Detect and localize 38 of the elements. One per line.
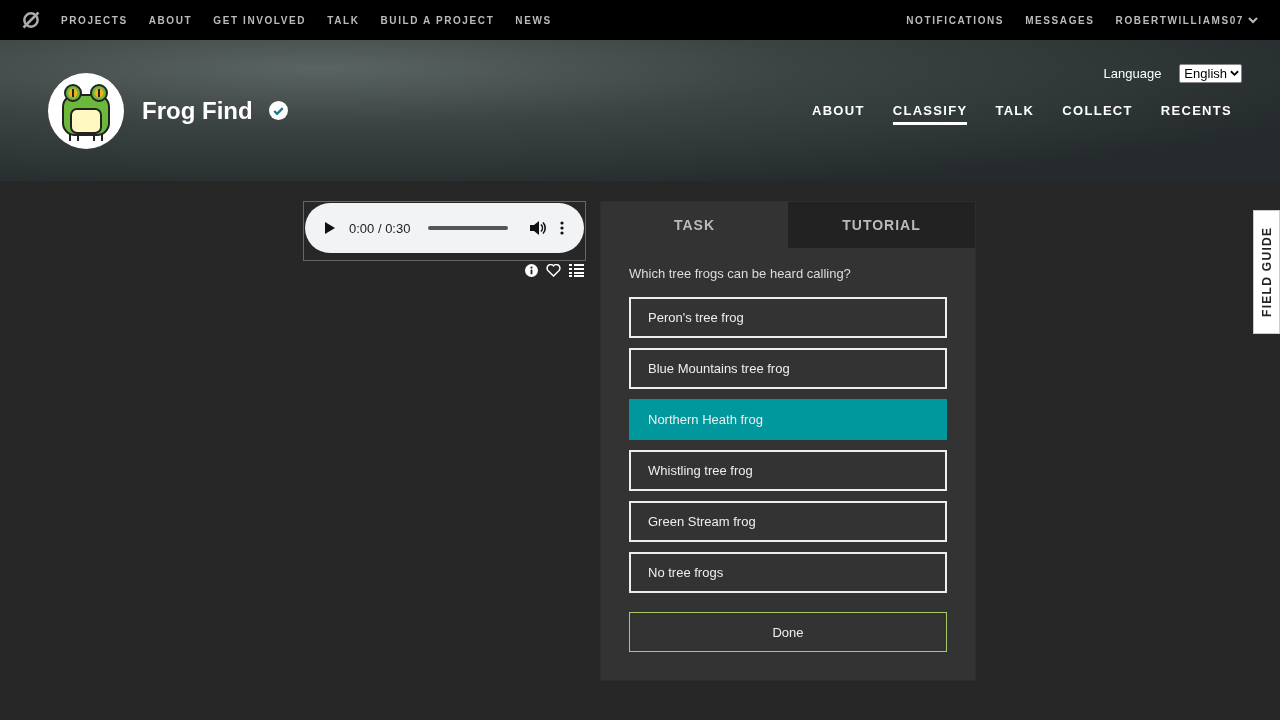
play-icon[interactable]: [325, 222, 335, 234]
site-nav-link[interactable]: GET INVOLVED: [213, 14, 307, 26]
field-guide-tab[interactable]: FIELD GUIDE: [1253, 210, 1280, 334]
done-button[interactable]: Done: [629, 612, 947, 652]
panel-tab[interactable]: TUTORIAL: [788, 202, 975, 248]
chevron-down-icon: [1248, 16, 1258, 24]
site-nav-link[interactable]: TALK: [327, 14, 360, 26]
chevron-down-icon: [1230, 70, 1239, 77]
info-icon[interactable]: [525, 264, 538, 277]
frog-avatar-icon: [48, 72, 124, 149]
list-icon[interactable]: [569, 264, 584, 277]
site-nav-link[interactable]: PROJECTS: [61, 14, 128, 26]
project-nav-tab[interactable]: ABOUT: [812, 103, 865, 125]
seek-slider[interactable]: [428, 226, 508, 230]
task-question: Which tree frogs can be heard calling?: [629, 266, 852, 281]
site-nav-link[interactable]: NEWS: [515, 14, 552, 26]
site-nav-link[interactable]: ABOUT: [148, 14, 193, 26]
user-menu[interactable]: ROBERTWILLIAMS07: [1115, 14, 1258, 26]
project-title: Frog Find: [142, 96, 253, 125]
volume-icon[interactable]: [530, 221, 546, 235]
project-nav-tab[interactable]: CLASSIFY: [892, 103, 968, 125]
site-nav-link[interactable]: MESSAGES: [1025, 14, 1095, 26]
answer-option[interactable]: Blue Mountains tree frog: [629, 348, 947, 389]
language-select[interactable]: English: [1179, 64, 1242, 83]
answer-option[interactable]: No tree frogs: [629, 552, 947, 593]
answer-option[interactable]: Green Stream frog: [629, 501, 947, 542]
project-nav-tab[interactable]: RECENTS: [1160, 103, 1232, 125]
heart-icon[interactable]: [546, 264, 561, 277]
more-options-icon[interactable]: [560, 221, 564, 235]
answer-option[interactable]: Whistling tree frog: [629, 450, 947, 491]
audio-time: 0:00 / 0:30: [349, 220, 411, 236]
language-label: Language: [1103, 66, 1162, 81]
project-nav-tab[interactable]: COLLECT: [1062, 103, 1133, 125]
site-logo-icon[interactable]: [21, 10, 41, 30]
site-nav-link[interactable]: NOTIFICATIONS: [906, 14, 1005, 26]
site-nav-link[interactable]: BUILD A PROJECT: [380, 14, 495, 26]
answer-option[interactable]: Peron's tree frog: [629, 297, 947, 338]
project-nav-tab[interactable]: TALK: [995, 103, 1035, 125]
